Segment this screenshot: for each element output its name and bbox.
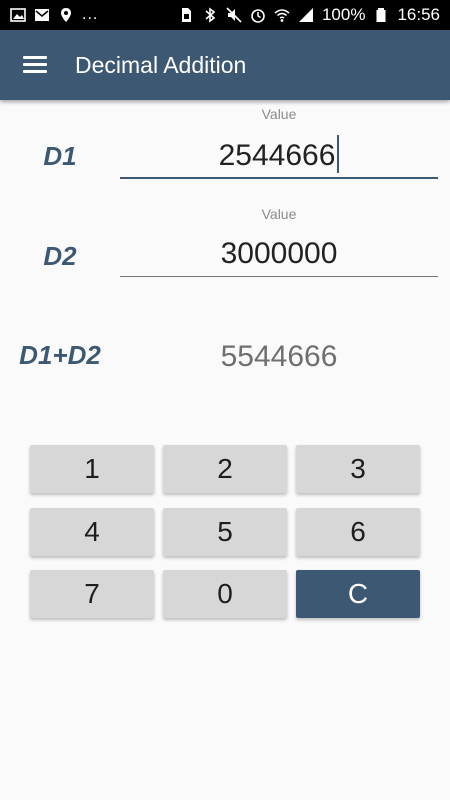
key-2[interactable]: 2 [163,445,287,493]
battery-percent: 100% [321,5,366,24]
key-3[interactable]: 3 [296,445,420,493]
key-4[interactable]: 4 [30,508,154,556]
mute-icon [226,7,242,23]
status-bar-left: ... [10,6,98,24]
signal-icon [298,7,314,23]
key-0[interactable]: 0 [163,570,287,618]
mail-icon [34,7,50,23]
battery-icon [373,7,389,23]
d2-input[interactable]: 3000000 [120,231,438,277]
sum-label: D1+D2 [19,340,101,370]
alarm-icon [250,7,266,23]
text-cursor [337,135,340,174]
hamburger-menu-icon [23,56,47,74]
status-bar: ... 100% 16:56 [0,0,450,30]
status-bar-right: 100% 16:56 [178,5,440,25]
location-icon [58,7,74,23]
d2-hint: Value [261,206,297,222]
d2-value: 3000000 [220,237,338,270]
d1-value: 2544666 [218,139,336,172]
status-overflow: ... [82,6,99,23]
app-title: Decimal Addition [75,51,247,78]
bluetooth-icon [202,7,218,23]
wifi-icon [274,7,290,23]
key-5[interactable]: 5 [163,508,287,556]
d2-label: D2 [43,241,77,271]
status-time: 16:56 [397,5,440,24]
d1-label: D1 [43,141,77,171]
d1-hint: Value [261,106,297,122]
sim-icon [178,7,194,23]
key-6[interactable]: 6 [296,508,420,556]
menu-button[interactable] [0,30,70,100]
key-7[interactable]: 7 [30,570,154,618]
clear-button[interactable]: C [296,570,420,618]
app-bar: Decimal Addition [0,30,450,100]
key-1[interactable]: 1 [30,445,154,493]
image-icon [10,7,26,23]
d1-input[interactable]: 2544666 [120,133,438,179]
sum-value: 5544666 [220,340,338,373]
